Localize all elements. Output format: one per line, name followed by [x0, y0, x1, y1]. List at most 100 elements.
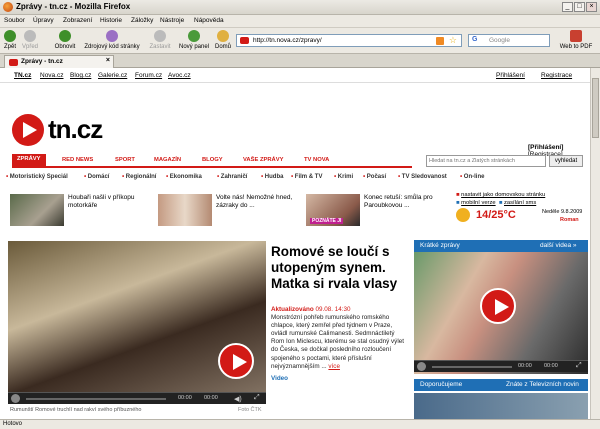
side-fullscreen-icon[interactable]: ⤢ — [576, 362, 582, 370]
nav-vase-zpravy[interactable]: VAŠE ZPRÁVY — [243, 157, 283, 163]
tab-bar: Zprávy - tn.cz × — [0, 54, 600, 68]
status-bar: Hotovo — [0, 419, 600, 429]
photo-credit: Foto ČTK — [238, 407, 262, 413]
main-headline[interactable]: Romové se loučí s utopeným synem. Matka … — [271, 244, 409, 292]
forward-button[interactable]: Vpřed — [20, 30, 40, 50]
nav-sport[interactable]: SPORT — [115, 157, 135, 163]
maximize-icon[interactable]: □ — [574, 2, 585, 12]
back-arrow-icon — [4, 30, 16, 42]
teaser-paroubkova[interactable]: Konec retuší: smůla pro Paroubkovou ... … — [306, 194, 446, 226]
more-link[interactable]: více — [328, 363, 340, 370]
tv-news-link[interactable]: Znáte z Televizních novin — [506, 381, 579, 388]
play-pause-icon[interactable] — [11, 394, 20, 403]
new-tab-button[interactable]: Nový panel — [176, 30, 212, 50]
window-titlebar: Zprávy - tn.cz - Mozilla Firefox _ □ × — [0, 0, 600, 15]
sms-link[interactable]: ■ zasílání sms — [499, 200, 536, 206]
menu-soubor[interactable]: Soubor — [4, 17, 25, 24]
menu-upravy[interactable]: Úpravy — [33, 17, 54, 24]
tab-close-icon[interactable]: × — [106, 57, 110, 64]
progress-bar[interactable] — [26, 398, 166, 400]
stop-icon — [154, 30, 166, 42]
site-favicon-icon — [240, 37, 249, 44]
volume-icon[interactable]: ◀) — [234, 395, 242, 403]
more-videos-link[interactable]: další videa » — [540, 242, 577, 249]
view-source-button[interactable]: Zdrojový kód stránky — [80, 30, 144, 50]
status-text: Hotovo — [3, 421, 23, 427]
side-progress-bar[interactable] — [432, 366, 512, 368]
subnav-motoristicky[interactable]: • Motoristický Speciál — [6, 174, 68, 180]
url-text: http://tn.nova.cz/zpravy/ — [253, 37, 322, 44]
nav-red-news[interactable]: RED NEWS — [62, 157, 93, 163]
subnav-domaci[interactable]: • Domácí — [84, 174, 109, 180]
search-placeholder: Google — [489, 37, 510, 44]
link-galerie[interactable]: Galerie.cz — [98, 72, 127, 79]
top-login-link[interactable]: Přihlášení — [496, 72, 525, 79]
link-blog[interactable]: Blog.cz — [70, 72, 91, 79]
login-link[interactable]: [Přihlášení] — [528, 144, 563, 151]
source-icon — [106, 30, 118, 42]
recommend-thumbnails[interactable] — [414, 393, 588, 419]
link-nova[interactable]: Nova.cz — [40, 72, 63, 79]
nav-blogy[interactable]: BLOGY — [202, 157, 223, 163]
pdf-icon — [570, 30, 582, 42]
subnav-hudba[interactable]: • Hudba — [261, 174, 283, 180]
site-search-button[interactable]: vyhledat — [549, 155, 583, 167]
rss-icon[interactable] — [436, 37, 444, 45]
window-title: Zprávy - tn.cz - Mozilla Firefox — [16, 2, 131, 11]
set-homepage-link[interactable]: ■ nastavit jako domovskou stránku — [456, 192, 588, 200]
teaser-title: Konec retuší: smůla pro Paroubkovou ... — [364, 194, 433, 209]
site-logo[interactable]: tn.cz — [48, 114, 103, 145]
subnav-tv-sledovanost[interactable]: • TV Sledovanost — [398, 174, 447, 180]
video-link[interactable]: Video — [271, 375, 409, 383]
nav-magazin[interactable]: MAGAZÍN — [154, 157, 181, 163]
short-news-title[interactable]: Krátké zprávy — [420, 242, 460, 249]
home-button[interactable]: Domů — [213, 30, 233, 50]
subnav-film-tv[interactable]: • Film & TV — [291, 174, 322, 180]
menu-zobrazeni[interactable]: Zobrazení — [63, 17, 92, 24]
search-bar[interactable]: G Google — [468, 34, 550, 47]
teaser-title: Volte nás! Nemožné hned, zázraky do ... — [216, 194, 293, 209]
side-play-pause-icon[interactable] — [417, 362, 426, 371]
subnav-regionalni[interactable]: • Regionální — [122, 174, 156, 180]
tab-zpravy[interactable]: Zprávy - tn.cz × — [4, 55, 114, 68]
fullscreen-icon[interactable]: ⤢ — [254, 394, 260, 402]
nav-zpravy[interactable]: ZPRÁVY — [12, 154, 46, 166]
teaser-photo — [158, 194, 212, 226]
teaser-volte[interactable]: Volte nás! Nemožné hned, zázraky do ... — [158, 194, 298, 226]
back-button[interactable]: Zpět — [2, 30, 18, 50]
main-video-player[interactable]: 00:00 00:00 ◀) ⤢ — [8, 241, 266, 404]
subnav-pocasi[interactable]: • Počasí — [363, 174, 386, 180]
side-play-icon[interactable] — [480, 288, 516, 324]
menu-historie[interactable]: Historie — [100, 17, 122, 24]
reload-button[interactable]: Obnovit — [53, 30, 77, 50]
close-icon[interactable]: × — [586, 2, 597, 12]
link-tn[interactable]: TN.cz — [14, 72, 31, 79]
google-icon: G — [472, 36, 478, 43]
play-icon[interactable] — [218, 343, 254, 379]
link-forum[interactable]: Forum.cz — [135, 72, 162, 79]
side-video-player[interactable]: 00:00 00:00 ⤢ — [414, 252, 588, 374]
teaser-houbari[interactable]: Houbaři našli v příkopu motorkáře — [10, 194, 150, 226]
subnav-krimi[interactable]: • Krimi — [334, 174, 353, 180]
site-search-input[interactable] — [426, 155, 546, 167]
subnav-online[interactable]: • On-line — [460, 174, 484, 180]
menu-nastroje[interactable]: Nástroje — [160, 17, 184, 24]
subnav-zahranici[interactable]: • Zahraničí — [217, 174, 247, 180]
address-bar[interactable]: http://tn.nova.cz/zpravy/ ☆ — [236, 34, 462, 47]
tab-favicon-icon — [9, 59, 18, 66]
web-to-pdf-button[interactable]: Web to PDF — [556, 30, 596, 50]
recommend-title[interactable]: Doporučujeme — [420, 381, 462, 388]
mobile-version-link[interactable]: ■ mobilní verze — [456, 200, 496, 206]
top-register-link[interactable]: Registrace — [541, 72, 572, 79]
stop-button[interactable]: Zastavit — [146, 30, 174, 50]
tn-logo-icon[interactable] — [12, 114, 44, 146]
minimize-icon[interactable]: _ — [562, 2, 573, 12]
scrollbar-thumb[interactable] — [592, 78, 599, 138]
menu-zalozky[interactable]: Záložky — [131, 17, 153, 24]
menu-napoveda[interactable]: Nápověda — [194, 17, 224, 24]
subnav-ekonomika[interactable]: • Ekonomika — [166, 174, 202, 180]
bookmark-star-icon[interactable]: ☆ — [449, 35, 457, 46]
vertical-scrollbar[interactable] — [590, 68, 600, 419]
link-avoc[interactable]: Avoc.cz — [168, 72, 191, 79]
nav-tv-nova[interactable]: TV NOVA — [304, 157, 329, 163]
